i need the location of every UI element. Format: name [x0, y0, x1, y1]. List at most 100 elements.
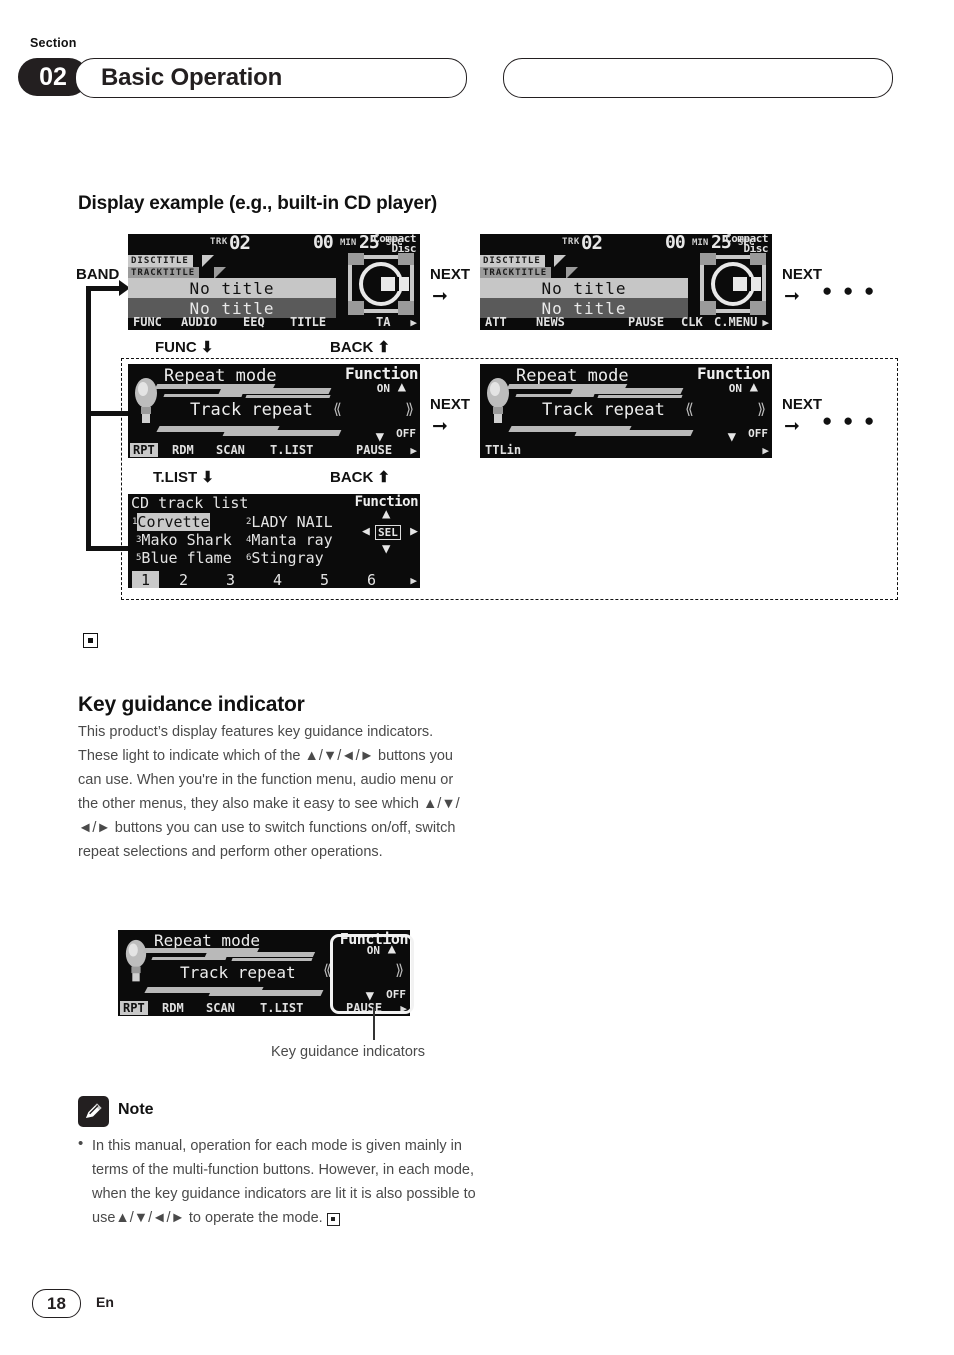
tracklist-page-5[interactable]: 5	[320, 571, 329, 588]
function-label-1: Function	[344, 364, 419, 383]
soft-key-rdm[interactable]: RDM	[172, 443, 194, 457]
soft-key-ta[interactable]: TA	[376, 315, 390, 329]
label-next-1: NEXT	[430, 266, 471, 283]
light-streak-a3	[163, 394, 243, 397]
tracklist-name-6: Stingray	[251, 549, 324, 567]
dpad-sel-label[interactable]: SEL	[375, 525, 401, 540]
note-icon-badge	[78, 1096, 109, 1127]
next-arrow-icon-4: ➞	[784, 416, 800, 437]
function-label-2: Function	[696, 364, 771, 383]
bulb-icon-3	[125, 939, 147, 982]
tracklist-item-3[interactable]: 3Mako Shark	[136, 531, 232, 549]
soft-key-cmenu[interactable]: C.MENU	[714, 315, 757, 329]
disc-title-value-2: No title	[541, 279, 627, 298]
soft-key-tlist-2[interactable]: T.LIST	[260, 1001, 303, 1015]
soft-key-func[interactable]: FUNC	[133, 315, 162, 329]
soft-key-rdm-2[interactable]: RDM	[162, 1001, 184, 1015]
soft-key-next-arrow-icon-2[interactable]: ▶	[762, 316, 769, 329]
pencil-icon	[86, 1103, 102, 1118]
soft-key-row-2: ATT NEWS PAUSE CLK C.MENU ▶	[480, 315, 772, 330]
tracklist-item-2[interactable]: 2LADY NAIL	[246, 513, 333, 531]
tracklist-item-4[interactable]: 4Manta ray	[246, 531, 333, 549]
language-label: En	[96, 1294, 114, 1310]
tracklist-page-6[interactable]: 6	[367, 571, 376, 588]
compact-disc-logo-text-1: Compact Disc	[373, 234, 416, 254]
soft-key-tlist[interactable]: T.LIST	[270, 443, 313, 457]
lcd-playback-screen-2: TRK 02 00 MIN 25 SEC Compact Disc DISCTI…	[480, 234, 772, 330]
repeat-mode-title-1: Repeat mode	[164, 366, 277, 386]
key-guidance-up-icon-2: ▲	[749, 379, 758, 395]
trk-label-1: TRK	[210, 237, 228, 247]
label-next-4: NEXT	[782, 396, 823, 413]
light-streak-e4	[231, 958, 313, 961]
note-body-text: In this manual, operation for each mode …	[92, 1138, 476, 1226]
repeat-mode-value-3: Track repeat	[180, 963, 296, 982]
page-title: Basic Operation	[101, 64, 283, 91]
soft-key-next-arrow-icon-3[interactable]: ▶	[410, 444, 417, 457]
label-back-1: BACK ⬆	[330, 338, 390, 356]
disc-title-bar-2: No title	[480, 278, 688, 298]
label-tlist: T.LIST ⬇	[153, 468, 214, 486]
key-guidance-off-1: OFF	[396, 427, 416, 440]
page-title-pill: Basic Operation	[75, 58, 467, 98]
disc-title-bar-1: No title	[128, 278, 336, 298]
tracklist-page-1[interactable]: 1	[132, 571, 160, 588]
soft-key-scan[interactable]: SCAN	[216, 443, 245, 457]
soft-key-news[interactable]: NEWS	[536, 315, 565, 329]
key-guidance-highlight-ring	[330, 934, 414, 1014]
soft-key-rpt-2[interactable]: RPT	[120, 1001, 148, 1015]
label-next-3: NEXT	[430, 396, 471, 413]
tracklist-page-2[interactable]: 2	[179, 571, 188, 588]
soft-key-pause-3[interactable]: PAUSE	[356, 443, 392, 457]
label-func-text: FUNC	[155, 339, 197, 356]
light-streak-a4	[245, 395, 331, 398]
tracklist-next-arrow-icon[interactable]: ▶	[410, 574, 417, 587]
tracklist-item-1[interactable]: 1Corvette	[132, 513, 210, 531]
key-guidance-right-icon-2: ⟫	[756, 400, 766, 418]
dpad-down-icon[interactable]: ▼	[382, 541, 390, 557]
arrow-down-icon-func: ⬇	[200, 339, 214, 356]
tracklist-page-4[interactable]: 4	[273, 571, 282, 588]
min-unit-1: MIN	[340, 238, 357, 248]
compact-disc-icon-2	[700, 253, 766, 315]
key-guidance-heading: Key guidance indicator	[78, 693, 305, 717]
light-streak-b2	[222, 430, 342, 436]
dpad-right-icon[interactable]: ▶	[410, 524, 418, 539]
soft-key-eeq[interactable]: EEQ	[243, 315, 265, 329]
label-next-2: NEXT	[782, 266, 823, 283]
soft-key-rpt[interactable]: RPT	[130, 443, 158, 457]
soft-key-att[interactable]: ATT	[485, 315, 507, 329]
bulb-icon-2	[487, 378, 509, 423]
lcd-playback-screen-1: TRK 02 00 MIN 25 SEC Compact Disc DISCTI…	[128, 234, 420, 330]
soft-key-next-arrow-icon-4[interactable]: ▶	[762, 444, 769, 457]
light-streak-d2	[574, 430, 694, 436]
label-tlist-text: T.LIST	[153, 469, 198, 486]
tracklist-name-5: Blue flame	[141, 549, 232, 567]
section-label: Section	[30, 36, 77, 50]
disc-title-tag-1: DISCTITLE	[128, 255, 193, 267]
soft-key-title[interactable]: TITLE	[290, 315, 326, 329]
time-min-1: 00	[313, 234, 334, 253]
next-arrow-icon-3: ➞	[432, 416, 448, 437]
soft-key-ttlin[interactable]: TTLin	[485, 443, 521, 457]
light-streak-f2	[208, 990, 324, 996]
tracklist-item-5[interactable]: 5Blue flame	[136, 549, 232, 567]
callout-label: Key guidance indicators	[271, 1044, 425, 1060]
disc-title-tag-slant-2	[554, 255, 566, 267]
arrow-up-icon-back-2: ⬆	[377, 469, 391, 486]
soft-key-row-4: TTLin ▶	[480, 443, 772, 458]
lcd-function-screen-1: Function Repeat mode Track repeat ON ▲ ⟪…	[128, 364, 420, 458]
dpad-left-icon[interactable]: ◀	[362, 524, 370, 539]
section-end-marker-2	[326, 1212, 340, 1226]
dpad-up-icon[interactable]: ▲	[382, 506, 390, 522]
light-streak-c3	[515, 394, 595, 397]
soft-key-scan-2[interactable]: SCAN	[206, 1001, 235, 1015]
page-number-badge: 18	[32, 1289, 81, 1318]
tracklist-page-3[interactable]: 3	[226, 571, 235, 588]
tracklist-item-6[interactable]: 6Stingray	[246, 549, 324, 567]
soft-key-pause[interactable]: PAUSE	[628, 315, 664, 329]
key-guidance-right-icon-1: ⟫	[404, 400, 414, 418]
soft-key-clk[interactable]: CLK	[681, 315, 703, 329]
soft-key-audio[interactable]: AUDIO	[181, 315, 217, 329]
soft-key-next-arrow-icon-1[interactable]: ▶	[410, 316, 417, 329]
